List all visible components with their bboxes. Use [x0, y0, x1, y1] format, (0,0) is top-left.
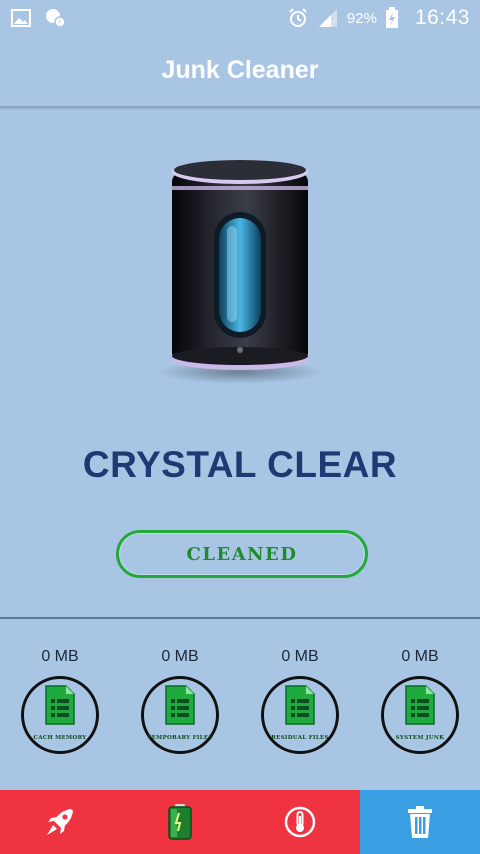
app-bar: Junk Cleaner [0, 36, 480, 108]
stat-residual-files[interactable]: 0 MB RESIDUAL FILES [240, 648, 360, 754]
stat-label: SYSTEM JUNK [395, 735, 445, 741]
stat-circle[interactable]: CACH MEMORY [21, 676, 99, 754]
clock: 16:43 [414, 6, 470, 29]
signal-icon [317, 7, 339, 29]
stat-temporary-files[interactable]: 0 MB TEMPORARY FILES [120, 648, 240, 754]
stat-size: 0 MB [161, 648, 199, 665]
stat-label: TEMPORARY FILES [147, 735, 213, 741]
battery-icon [168, 804, 192, 840]
document-list-icon [405, 685, 435, 725]
nav-temperature[interactable] [240, 790, 360, 854]
battery-charging-icon [385, 7, 407, 29]
stat-label: CACH MEMORY [33, 735, 87, 741]
document-list-icon [165, 685, 195, 725]
stat-label: RESIDUAL FILES [271, 735, 329, 741]
cleaned-button[interactable]: CLEANED [116, 530, 368, 578]
stat-size: 0 MB [281, 648, 319, 665]
svg-text:!: ! [58, 18, 61, 27]
battery-percent: 92% [346, 9, 377, 27]
image-icon [10, 7, 32, 29]
section-divider [0, 617, 480, 619]
status-bar: ! 92% 16:43 [0, 0, 480, 36]
stat-system-junk[interactable]: 0 MB SYSTEM JUNK [360, 648, 480, 754]
nav-junk-cleaner[interactable] [360, 790, 480, 854]
stat-cache-memory[interactable]: 0 MB CACH MEMORY [0, 648, 120, 754]
status-title: CRYSTAL CLEAR [82, 444, 398, 485]
nav-battery[interactable] [120, 790, 240, 854]
chat-icon: ! [44, 7, 66, 29]
bottom-nav [0, 790, 480, 854]
stat-size: 0 MB [401, 648, 439, 665]
stat-circle[interactable]: RESIDUAL FILES [261, 676, 339, 754]
stat-circle[interactable]: SYSTEM JUNK [381, 676, 459, 754]
alarm-icon [287, 7, 309, 29]
document-list-icon [45, 685, 75, 725]
stat-size: 0 MB [41, 648, 79, 665]
document-list-icon [285, 685, 315, 725]
stat-circle[interactable]: TEMPORARY FILES [141, 676, 219, 754]
rocket-icon [47, 809, 73, 835]
cleaned-button-label: CLEANED [186, 543, 298, 565]
trash-icon [408, 806, 432, 838]
thermometer-icon [284, 806, 316, 838]
app-title: Junk Cleaner [161, 56, 319, 84]
trash-can-illustration [152, 150, 328, 390]
nav-boost[interactable] [0, 790, 120, 854]
